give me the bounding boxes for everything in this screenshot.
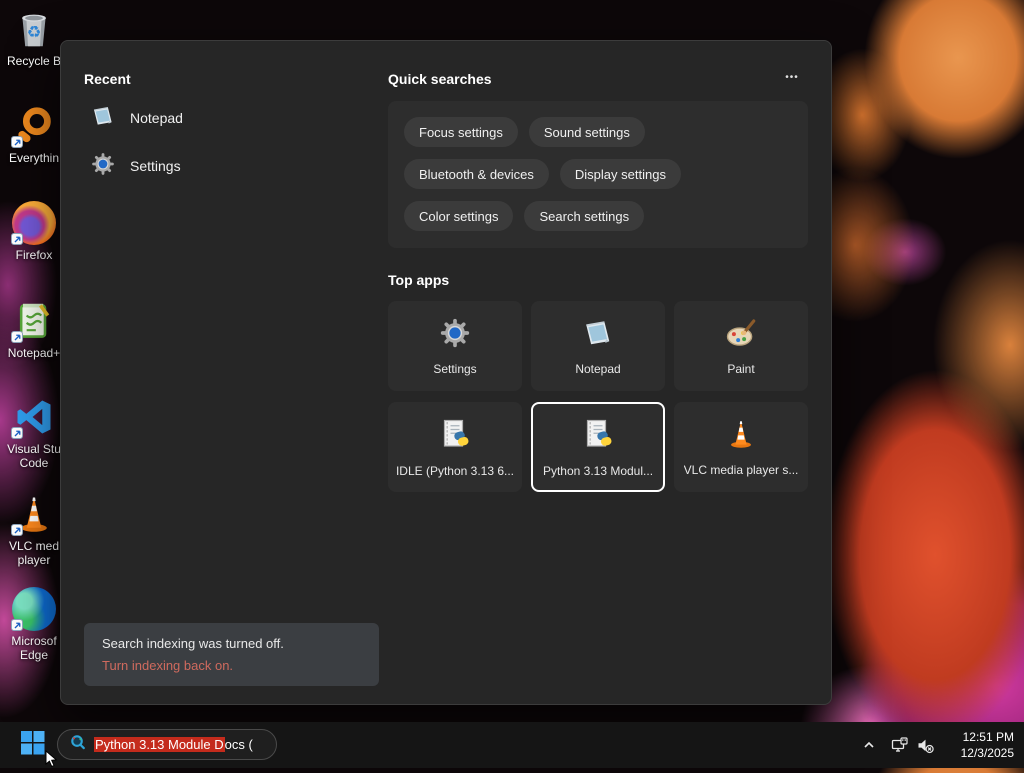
top-app-tile-vlc[interactable]: VLC media player s... xyxy=(674,402,808,492)
python-document-icon xyxy=(437,416,473,457)
notepad-plus-plus-icon xyxy=(11,298,57,344)
desktop-icon-edge[interactable]: Microsof Edge xyxy=(2,586,66,662)
desktop-icon-vlc[interactable]: VLC med player xyxy=(2,491,66,567)
search-icon xyxy=(68,733,87,757)
gear-icon xyxy=(90,151,116,182)
taskbar: Python 3.13 Module Docs ( 12:51 PM 12/3/… xyxy=(0,722,1024,768)
top-app-label: Settings xyxy=(433,362,477,376)
search-query-rest-text: ocs ( xyxy=(224,737,253,752)
top-app-tile-python-module-docs[interactable]: Python 3.13 Modul... xyxy=(531,402,665,492)
recycle-bin-icon: ♻ xyxy=(11,6,57,52)
shortcut-arrow-icon xyxy=(11,619,23,631)
search-query-text: Python 3.13 Module Docs ( xyxy=(94,737,253,752)
turn-indexing-on-link[interactable]: Turn indexing back on. xyxy=(102,657,361,674)
desktop-icon-label: Notepad+ xyxy=(7,346,61,360)
shortcut-arrow-icon xyxy=(11,233,23,245)
search-flyout-panel: Recent Notepad Settings Quick searches •… xyxy=(60,40,832,705)
quick-searches-row: Color settings Search settings xyxy=(404,201,792,231)
recent-list: Notepad Settings xyxy=(84,99,189,185)
start-button[interactable] xyxy=(18,731,46,759)
edge-icon xyxy=(11,586,57,632)
top-app-tile-notepad[interactable]: Notepad xyxy=(531,301,665,391)
desktop-icon-label: Microsof Edge xyxy=(11,634,57,662)
desktop-icon-label: Recycle B xyxy=(6,54,62,68)
top-app-label: Paint xyxy=(727,362,755,376)
tray-network-icon[interactable] xyxy=(889,735,909,755)
notepad-icon xyxy=(90,103,116,134)
top-app-label: IDLE (Python 3.13 6... xyxy=(395,464,515,478)
quick-search-pill-color-settings[interactable]: Color settings xyxy=(404,201,514,231)
indexing-toast: Search indexing was turned off. Turn ind… xyxy=(84,623,379,686)
quick-searches-title: Quick searches xyxy=(388,71,492,87)
more-options-button[interactable]: ••• xyxy=(779,69,805,87)
gear-icon xyxy=(438,316,472,355)
desktop-icon-label: VLC med player xyxy=(8,539,60,567)
clock-time: 12:51 PM xyxy=(962,730,1014,744)
top-app-label: Notepad xyxy=(575,362,621,376)
tray-chevron-up-icon[interactable] xyxy=(859,735,879,755)
taskbar-search-input[interactable]: Python 3.13 Module Docs ( xyxy=(57,729,277,760)
shortcut-arrow-icon xyxy=(11,524,23,536)
top-app-tile-settings[interactable]: Settings xyxy=(388,301,522,391)
recent-item-notepad[interactable]: Notepad xyxy=(84,99,189,137)
quick-search-pill-sound-settings[interactable]: Sound settings xyxy=(528,117,645,147)
desktop-icon-vscode[interactable]: Visual Stu Code xyxy=(2,394,66,470)
desktop-icon-label: Firefox xyxy=(15,248,53,262)
windows-logo-icon xyxy=(20,730,45,760)
notepad-icon xyxy=(581,316,615,355)
clock-date: 12/3/2025 xyxy=(960,746,1014,760)
tray-volume-muted-icon[interactable] xyxy=(915,735,935,755)
everything-search-icon xyxy=(11,103,57,149)
desktop-icon-recycle-bin[interactable]: ♻ Recycle B xyxy=(2,6,66,68)
search-query-selected-text: Python 3.13 Module D xyxy=(94,737,225,752)
desktop-icon-label: Visual Stu Code xyxy=(7,442,61,470)
top-app-tile-paint[interactable]: Paint xyxy=(674,301,808,391)
quick-searches-card: Focus settings Sound settings Bluetooth … xyxy=(388,101,808,248)
recent-item-label: Notepad xyxy=(130,110,183,126)
paint-palette-icon xyxy=(724,316,758,355)
taskbar-clock[interactable]: 12:51 PM 12/3/2025 xyxy=(961,729,1014,761)
top-app-label: Python 3.13 Modul... xyxy=(542,464,654,478)
quick-searches-row: Bluetooth & devices Display settings xyxy=(404,159,792,189)
desktop-icon-firefox[interactable]: Firefox xyxy=(2,200,66,262)
recent-section-title: Recent xyxy=(84,71,131,87)
recent-item-label: Settings xyxy=(130,158,181,174)
quick-search-pill-focus-settings[interactable]: Focus settings xyxy=(404,117,518,147)
shortcut-arrow-icon xyxy=(11,331,23,343)
recent-item-settings[interactable]: Settings xyxy=(84,147,189,185)
top-apps-title: Top apps xyxy=(388,272,450,288)
shortcut-arrow-icon xyxy=(11,427,23,439)
desktop-icon-label: Everythin xyxy=(8,151,60,165)
top-app-label: VLC media player s... xyxy=(683,463,799,477)
desktop-icon-notepad-plus-plus[interactable]: Notepad+ xyxy=(2,298,66,360)
quick-searches-row: Focus settings Sound settings xyxy=(404,117,792,147)
vscode-icon xyxy=(11,394,57,440)
vlc-icon xyxy=(11,491,57,537)
svg-text:♻: ♻ xyxy=(27,24,42,42)
quick-search-pill-display-settings[interactable]: Display settings xyxy=(559,159,681,189)
indexing-toast-message: Search indexing was turned off. xyxy=(102,636,284,651)
quick-search-pill-search-settings[interactable]: Search settings xyxy=(524,201,645,231)
shortcut-arrow-icon xyxy=(11,136,23,148)
python-document-icon xyxy=(580,416,616,457)
desktop-icon-everything[interactable]: Everythin xyxy=(2,103,66,165)
firefox-icon xyxy=(11,200,57,246)
vlc-cone-icon xyxy=(724,417,758,456)
top-apps-grid: Settings Notepad Paint IDLE (Python 3.13… xyxy=(388,301,812,492)
top-app-tile-idle-python[interactable]: IDLE (Python 3.13 6... xyxy=(388,402,522,492)
quick-search-pill-bluetooth-devices[interactable]: Bluetooth & devices xyxy=(404,159,549,189)
